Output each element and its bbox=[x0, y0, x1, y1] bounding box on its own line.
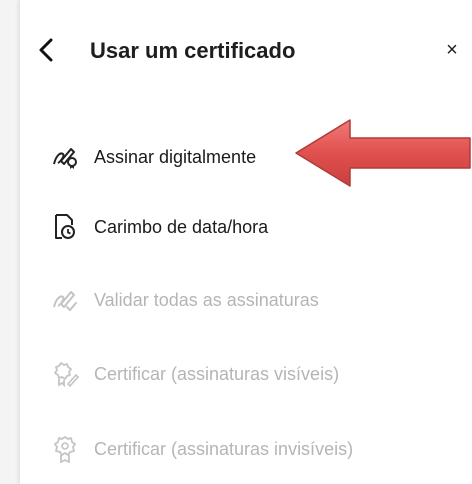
red-arrow-annotation bbox=[295, 119, 471, 187]
certify-visible-icon bbox=[50, 359, 80, 389]
menu-item-label: Assinar digitalmente bbox=[94, 146, 257, 167]
certificate-panel: Usar um certificado × Assinar digitalmen… bbox=[20, 0, 472, 484]
menu-item-label: Certificar (assinaturas invisíveis) bbox=[94, 438, 354, 459]
chevron-left-icon bbox=[39, 38, 53, 62]
menu-item-label: Validar todas as assinaturas bbox=[94, 289, 319, 310]
menu-item-timestamp[interactable]: Carimbo de data/hora bbox=[20, 207, 420, 247]
menu-item-certify-invisible: Certificar (assinaturas invisíveis) bbox=[20, 429, 420, 469]
validate-signatures-icon bbox=[50, 285, 80, 315]
menu-item-validate-signatures: Validar todas as assinaturas bbox=[20, 280, 420, 320]
panel-title: Usar um certificado bbox=[90, 38, 296, 63]
certify-invisible-icon bbox=[50, 434, 80, 464]
timestamp-icon bbox=[50, 212, 80, 242]
page: Usar um certificado × Assinar digitalmen… bbox=[0, 0, 472, 484]
sign-digitally-icon bbox=[50, 142, 80, 172]
close-button[interactable]: × bbox=[442, 39, 462, 61]
back-button[interactable] bbox=[34, 36, 58, 64]
panel-header: Usar um certificado × bbox=[20, 20, 472, 84]
menu-item-certify-visible: Certificar (assinaturas visíveis) bbox=[20, 354, 420, 394]
menu-item-label: Certificar (assinaturas visíveis) bbox=[94, 363, 340, 384]
menu-item-label: Carimbo de data/hora bbox=[94, 216, 269, 237]
